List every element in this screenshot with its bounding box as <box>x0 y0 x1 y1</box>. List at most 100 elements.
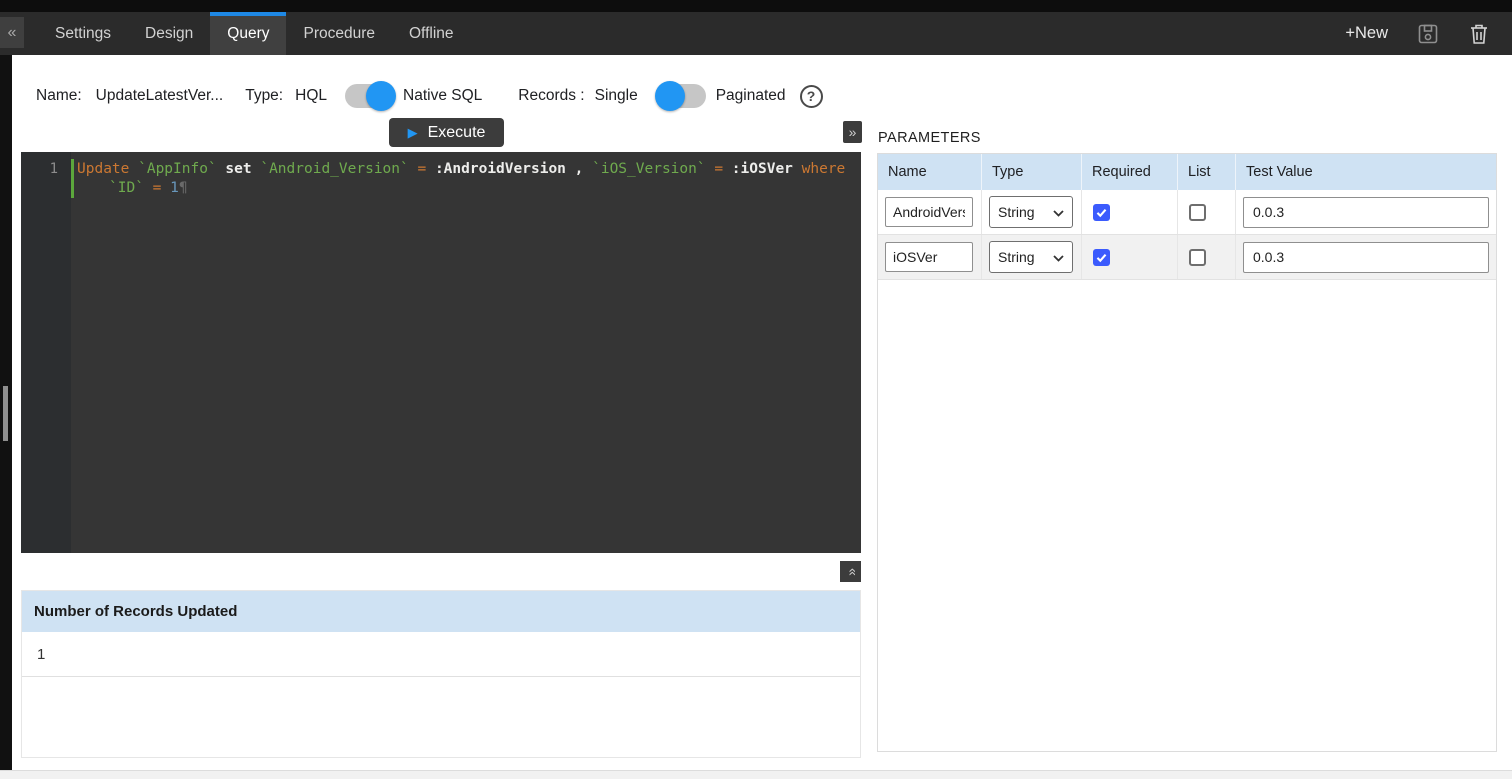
tab-row: Settings Design Query Procedure Offline +New <box>0 12 1512 55</box>
code-token: `Android_Version` <box>260 161 417 177</box>
records-label: Records : <box>518 87 584 105</box>
code-token: ¶ <box>179 180 188 196</box>
records-toggle[interactable] <box>656 84 706 108</box>
param-type-cell: String <box>982 190 1082 234</box>
param-name-input[interactable] <box>885 242 973 272</box>
tab-label: Settings <box>55 25 111 43</box>
param-type-value: String <box>998 249 1035 265</box>
type-toggle[interactable] <box>345 84 395 108</box>
panel-collapse-button[interactable]: « <box>0 17 24 48</box>
tab-label: Query <box>227 25 269 43</box>
scrollbar-thumb[interactable] <box>3 386 8 441</box>
parameter-row: String <box>878 235 1496 280</box>
top-strip <box>0 0 1512 12</box>
toggle-knob <box>655 81 685 111</box>
parameters-table-body: String String <box>878 190 1496 280</box>
required-cell <box>1082 235 1178 279</box>
tab-label: Design <box>145 25 193 43</box>
top-bar: Settings Design Query Procedure Offline +New <box>0 0 1512 55</box>
query-editor-page: Settings Design Query Procedure Offline +New <box>0 0 1512 779</box>
code-token: = <box>417 161 434 177</box>
tab-offline[interactable]: Offline <box>392 12 471 55</box>
save-icon[interactable] <box>1416 22 1440 46</box>
code-token: Update <box>77 161 138 177</box>
chevron-down-icon <box>1053 204 1064 220</box>
test-value-input[interactable] <box>1243 242 1489 273</box>
new-button[interactable]: +New <box>1345 24 1388 43</box>
list-cell <box>1178 235 1236 279</box>
results-header: Number of Records Updated <box>22 591 860 632</box>
chevron-up-icon: » <box>842 568 858 576</box>
param-name-cell <box>878 190 982 234</box>
line-number: 1 <box>50 161 58 177</box>
parameters-panel: Name Type Required List Test Value Strin… <box>877 153 1497 752</box>
param-type-select[interactable]: String <box>989 241 1073 273</box>
code-token: where <box>802 161 846 177</box>
param-type-select[interactable]: String <box>989 196 1073 228</box>
list-cell <box>1178 190 1236 234</box>
collapse-editor-button[interactable]: » <box>840 561 861 582</box>
tab-query[interactable]: Query <box>210 12 286 55</box>
chevron-down-icon <box>1053 249 1064 265</box>
execute-button[interactable]: ▶ Execute <box>389 118 504 147</box>
code-token: :AndroidVersion <box>435 161 575 177</box>
code-token: `ID` <box>109 180 153 196</box>
param-type-value: String <box>998 204 1035 220</box>
type-label: Type: <box>245 87 283 105</box>
code-token: 1 <box>170 180 179 196</box>
results-value: 1 <box>22 632 860 677</box>
sql-editor[interactable]: 1 Update `AppInfo` set `Android_Version`… <box>21 152 861 553</box>
left-scroll-rail <box>0 55 12 770</box>
records-option-paginated[interactable]: Paginated <box>716 87 786 105</box>
column-header-type: Type <box>982 154 1082 190</box>
test-value-cell <box>1236 190 1496 234</box>
required-checkbox[interactable] <box>1093 249 1110 266</box>
horizontal-scrollbar-track[interactable] <box>0 770 1512 779</box>
execute-label: Execute <box>428 124 486 142</box>
code-token: set <box>225 161 260 177</box>
list-checkbox[interactable] <box>1189 204 1206 221</box>
tab-label: Offline <box>409 25 454 43</box>
delete-icon[interactable] <box>1468 22 1490 46</box>
name-label: Name: <box>36 87 82 105</box>
tab-bar: Settings Design Query Procedure Offline <box>38 12 471 55</box>
code-token: :iOSVer <box>732 161 802 177</box>
code-token: = <box>153 180 170 196</box>
help-icon[interactable]: ? <box>800 85 823 108</box>
tab-label: Procedure <box>303 25 375 43</box>
column-header-name: Name <box>878 154 982 190</box>
parameters-title: PARAMETERS <box>878 130 981 146</box>
code-token: `AppInfo` <box>138 161 225 177</box>
param-name-input[interactable] <box>885 197 973 227</box>
results-panel: Number of Records Updated 1 <box>21 590 861 758</box>
column-header-required: Required <box>1082 154 1178 190</box>
list-checkbox[interactable] <box>1189 249 1206 266</box>
code-token: = <box>714 161 731 177</box>
tab-settings[interactable]: Settings <box>38 12 128 55</box>
change-marker <box>71 159 74 198</box>
type-option-native-sql[interactable]: Native SQL <box>403 87 482 105</box>
play-icon: ▶ <box>408 126 418 139</box>
query-toolbar: Name: UpdateLatestVer... Type: HQL Nativ… <box>36 78 823 114</box>
parameter-row: String <box>878 190 1496 235</box>
code-area[interactable]: Update `AppInfo` set `Android_Version` =… <box>77 160 857 198</box>
tab-design[interactable]: Design <box>128 12 210 55</box>
required-checkbox[interactable] <box>1093 204 1110 221</box>
records-option-single[interactable]: Single <box>595 87 638 105</box>
code-token: `iOS_Version` <box>592 161 714 177</box>
required-cell <box>1082 190 1178 234</box>
code-token: , <box>575 161 592 177</box>
toggle-knob <box>366 81 396 111</box>
test-value-input[interactable] <box>1243 197 1489 228</box>
param-name-cell <box>878 235 982 279</box>
expand-panel-button[interactable]: » <box>843 121 862 143</box>
query-name-value[interactable]: UpdateLatestVer... <box>96 87 224 105</box>
tab-procedure[interactable]: Procedure <box>286 12 392 55</box>
type-option-hql[interactable]: HQL <box>295 87 327 105</box>
column-header-list: List <box>1178 154 1236 190</box>
test-value-cell <box>1236 235 1496 279</box>
parameters-table-header: Name Type Required List Test Value <box>878 154 1496 190</box>
line-number-gutter: 1 <box>21 152 71 553</box>
bar-actions: +New <box>1345 12 1512 55</box>
column-header-test-value: Test Value <box>1236 154 1496 190</box>
